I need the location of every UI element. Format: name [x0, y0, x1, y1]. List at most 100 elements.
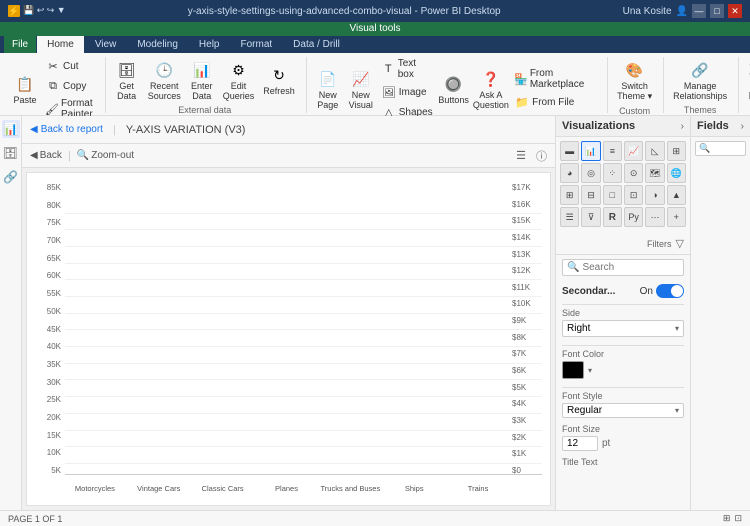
- buttons-button[interactable]: 🔘 Buttons: [438, 71, 470, 107]
- switch-theme-button[interactable]: 🎨 SwitchTheme ▾: [614, 57, 655, 104]
- viz-kpi[interactable]: ▲: [667, 185, 686, 205]
- viz-multi-card[interactable]: ⊡: [624, 185, 643, 205]
- bar-label-planes: Planes: [257, 484, 317, 493]
- enter-data-button[interactable]: 📊 EnterData: [187, 57, 217, 103]
- viz-matrix[interactable]: ⊟: [581, 185, 600, 205]
- toggle-switch[interactable]: [656, 284, 684, 298]
- bar-label-ships: Ships: [384, 484, 444, 493]
- bar-group-vintage-cars: Vintage Cars: [129, 183, 189, 475]
- bar-label-trains: Trains: [448, 484, 508, 493]
- viz-stacked-bar[interactable]: ▬: [560, 141, 579, 161]
- font-style-dropdown[interactable]: Regular ▾: [562, 403, 684, 418]
- viz-filled-map[interactable]: 🌐: [667, 163, 686, 183]
- viz-gauge[interactable]: ◑: [645, 185, 664, 205]
- tab-help[interactable]: Help: [189, 36, 230, 53]
- viz-card[interactable]: □: [603, 185, 622, 205]
- get-data-button[interactable]: 🗄 GetData: [112, 57, 142, 103]
- nav-data-icon[interactable]: 🗄: [2, 144, 20, 162]
- viz-slicer[interactable]: ☰: [560, 207, 579, 227]
- back-to-report-button[interactable]: ◀ Back to report: [30, 124, 103, 135]
- ask-question-button[interactable]: ❓ Ask AQuestion: [473, 66, 510, 112]
- viz-r[interactable]: R: [603, 207, 622, 227]
- filters-label: Filters: [647, 239, 672, 249]
- tab-data-drill[interactable]: Data / Drill: [283, 36, 350, 53]
- font-size-field-row: Font Size pt: [562, 424, 684, 451]
- new-page-button[interactable]: 📄 NewPage: [313, 66, 343, 112]
- viz-py[interactable]: Py: [624, 207, 643, 227]
- new-column-button[interactable]: ⊞New Column: [745, 83, 750, 107]
- new-visual-button[interactable]: 📈 NewVisual: [346, 66, 376, 112]
- viz-line[interactable]: 📈: [624, 141, 643, 161]
- fields-panel-arrow[interactable]: ›: [741, 121, 744, 132]
- font-style-field-row: Font Style Regular ▾: [562, 391, 684, 418]
- tab-file[interactable]: File: [4, 36, 36, 53]
- refresh-button[interactable]: ↻ Refresh: [260, 62, 298, 98]
- secondary-title: Secondar...: [562, 286, 615, 297]
- copy-button[interactable]: ⧉Copy: [43, 77, 97, 95]
- recent-sources-icon: 🕒: [153, 59, 175, 81]
- edit-queries-icon: ⚙: [227, 59, 249, 81]
- marketplace-icon: 🏪: [514, 71, 528, 87]
- nav-model-icon[interactable]: 🔗: [2, 168, 20, 186]
- text-box-button[interactable]: TText box: [379, 57, 435, 81]
- ribbon-group-content-external: 🗄 GetData 🕒 RecentSources 📊 EnterData ⚙ …: [112, 57, 298, 103]
- close-button[interactable]: ✕: [728, 4, 742, 18]
- viz-table[interactable]: ⊞: [560, 185, 579, 205]
- viz-stacked-area[interactable]: ⊞: [667, 141, 686, 161]
- list-icon[interactable]: ☰: [516, 149, 526, 162]
- viz-bubble[interactable]: ⊙: [624, 163, 643, 183]
- separator: [562, 304, 684, 305]
- nav-report-icon[interactable]: 📊: [2, 120, 20, 138]
- paste-button[interactable]: 📋 Paste: [10, 71, 40, 107]
- from-marketplace-button[interactable]: 🏪From Marketplace: [512, 67, 599, 91]
- section-header[interactable]: Secondar... On: [562, 284, 684, 298]
- tab-view[interactable]: View: [85, 36, 127, 53]
- font-size-label: Font Size: [562, 424, 684, 434]
- image-button[interactable]: 🖼Image: [379, 83, 435, 101]
- filter-bar: Filters ▽: [556, 233, 690, 255]
- edit-queries-button[interactable]: ⚙ EditQueries: [220, 57, 258, 103]
- side-field-label: Side: [562, 308, 684, 318]
- search-input[interactable]: [582, 262, 690, 273]
- back-button[interactable]: ◀ Back: [30, 150, 62, 161]
- fit-page-icon[interactable]: ⊡: [734, 513, 742, 524]
- maximize-button[interactable]: □: [710, 4, 724, 18]
- viz-custom[interactable]: +: [667, 207, 686, 227]
- viz-panel-arrow[interactable]: ›: [681, 121, 684, 132]
- viz-row-2: ◕ ◎ ⁘ ⊙ 🗺 🌐: [560, 163, 686, 183]
- viz-funnel[interactable]: ⊽: [581, 207, 600, 227]
- manage-relationships-button[interactable]: 🔗 ManageRelationships: [670, 57, 730, 103]
- viz-more[interactable]: ⋯: [645, 207, 664, 227]
- viz-donut[interactable]: ◎: [581, 163, 600, 183]
- filter-icon[interactable]: ▽: [676, 237, 684, 250]
- title-text-field-row: Title Text: [562, 457, 684, 467]
- from-file-button[interactable]: 📁From File: [512, 93, 599, 111]
- tab-modeling[interactable]: Modeling: [127, 36, 188, 53]
- viz-map[interactable]: 🗺: [645, 163, 664, 183]
- fields-panel-header: Fields ›: [691, 116, 750, 137]
- zoom-out-button[interactable]: 🔍 Zoom-out: [77, 150, 134, 161]
- enter-data-icon: 📊: [191, 59, 213, 81]
- color-dropdown-arrow[interactable]: ▾: [588, 366, 592, 375]
- format-painter-icon: 🖌: [45, 101, 59, 117]
- bar-group-ships: Ships: [384, 183, 444, 475]
- viz-pie[interactable]: ◕: [560, 163, 579, 183]
- bar-label-motorcycles: Motorcycles: [65, 484, 125, 493]
- cut-button[interactable]: ✂Cut: [43, 57, 97, 75]
- viz-bar-chart[interactable]: 📊: [581, 141, 600, 161]
- tab-format[interactable]: Format: [230, 36, 282, 53]
- color-swatch[interactable]: [562, 361, 584, 379]
- viz-row-4: ☰ ⊽ R Py ⋯ +: [560, 207, 686, 227]
- view-icon[interactable]: ⊞: [723, 513, 731, 524]
- info-icon[interactable]: ⓘ: [536, 148, 547, 164]
- tab-home[interactable]: Home: [37, 36, 84, 53]
- viz-scatter[interactable]: ⁘: [603, 163, 622, 183]
- viz-clustered-bar[interactable]: ≡: [603, 141, 622, 161]
- viz-area[interactable]: ◺: [645, 141, 664, 161]
- font-color-field-row: Font Color ▾: [562, 349, 684, 379]
- minimize-button[interactable]: —: [692, 4, 706, 18]
- side-dropdown[interactable]: Right ▾: [562, 320, 684, 337]
- new-measure-button[interactable]: ∑New Measure: [745, 57, 750, 81]
- font-size-input[interactable]: [562, 436, 598, 451]
- recent-sources-button[interactable]: 🕒 RecentSources: [145, 57, 184, 103]
